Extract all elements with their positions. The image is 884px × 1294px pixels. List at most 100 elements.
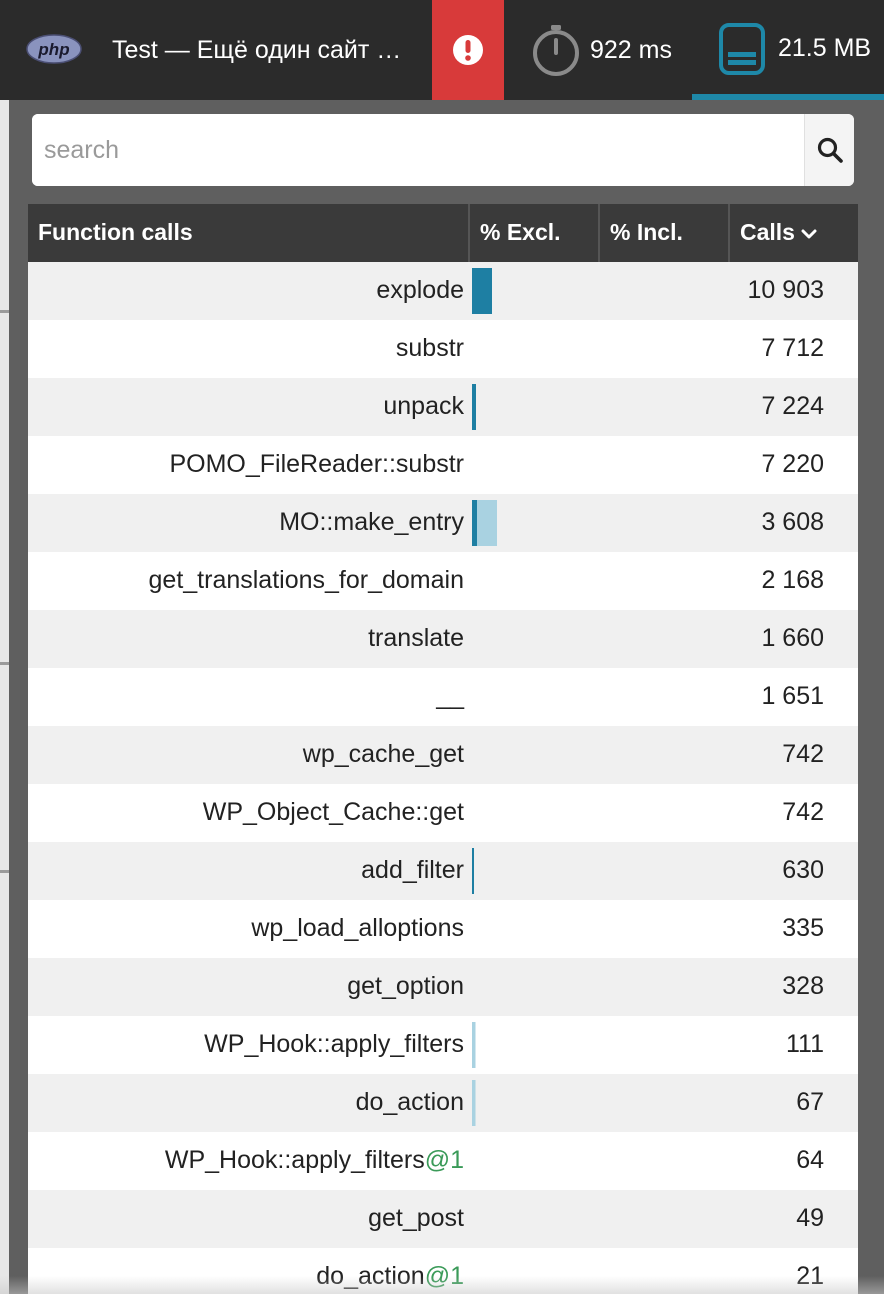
percentage-bar bbox=[472, 500, 497, 546]
function-name: MO::make_entry bbox=[279, 508, 464, 536]
function-name: WP_Hook::apply_filters bbox=[204, 1030, 464, 1058]
function-name-cell: wp_cache_get bbox=[28, 726, 464, 784]
function-calls-table: Function calls % Excl. % Incl. Calls exp… bbox=[28, 204, 858, 1294]
calls-count: 2 168 bbox=[761, 566, 824, 594]
function-name-cell: add_filter bbox=[28, 842, 464, 900]
table-row[interactable]: WP_Hook::apply_filters 111 bbox=[28, 1016, 858, 1074]
function-name: get_option bbox=[347, 972, 464, 1000]
table-row[interactable]: MO::make_entry 3 608 bbox=[28, 494, 858, 552]
calls-count: 630 bbox=[782, 856, 824, 884]
memory-tab[interactable]: 21.5 MB bbox=[692, 0, 884, 100]
profiler-toolbar: php Test — Ещё один сайт … 922 ms 21.5 M… bbox=[0, 0, 884, 100]
php-logo-text: php bbox=[37, 40, 69, 59]
search-box bbox=[32, 114, 854, 186]
table-row[interactable]: add_filter 630 bbox=[28, 842, 858, 900]
recursion-suffix: @1 bbox=[424, 1146, 464, 1174]
search-button[interactable] bbox=[804, 114, 854, 186]
function-name: __ bbox=[436, 682, 464, 710]
column-header-incl[interactable]: % Incl. bbox=[600, 204, 730, 262]
column-header-excl-label: % Excl. bbox=[480, 219, 561, 245]
function-name: wp_load_alloptions bbox=[251, 914, 464, 942]
php-logo[interactable]: php bbox=[26, 34, 82, 64]
function-name-cell: get_post bbox=[28, 1190, 464, 1248]
table-row[interactable]: substr 7 712 bbox=[28, 320, 858, 378]
calls-count: 328 bbox=[782, 972, 824, 1000]
time-value: 922 ms bbox=[590, 36, 672, 64]
calls-count: 67 bbox=[796, 1088, 824, 1116]
incl-bar bbox=[472, 1080, 476, 1126]
calls-count: 7 224 bbox=[761, 392, 824, 420]
function-name: translate bbox=[368, 624, 464, 652]
column-header-function[interactable]: Function calls bbox=[28, 204, 470, 262]
function-name-cell: MO::make_entry bbox=[28, 494, 464, 552]
function-name-cell: WP_Object_Cache::get bbox=[28, 784, 464, 842]
table-row[interactable]: __ 1 651 bbox=[28, 668, 858, 726]
function-name: explode bbox=[376, 276, 464, 304]
time-tab[interactable]: 922 ms bbox=[504, 0, 692, 100]
calls-count: 7 220 bbox=[761, 450, 824, 478]
chevron-down-icon bbox=[801, 229, 817, 239]
function-name-cell: wp_load_alloptions bbox=[28, 900, 464, 958]
edge-divider bbox=[0, 870, 9, 873]
table-row[interactable]: WP_Object_Cache::get 742 bbox=[28, 784, 858, 842]
table-row[interactable]: POMO_FileReader::substr 7 220 bbox=[28, 436, 858, 494]
table-row[interactable]: WP_Hook::apply_filters@1 64 bbox=[28, 1132, 858, 1190]
excl-bar bbox=[472, 500, 477, 546]
page-behind-edge bbox=[0, 100, 9, 1294]
memory-value: 21.5 MB bbox=[778, 34, 872, 62]
alert-circle-icon bbox=[453, 35, 483, 65]
search-input[interactable] bbox=[32, 114, 804, 186]
errors-tab[interactable] bbox=[432, 0, 504, 100]
percentage-bar bbox=[472, 268, 492, 314]
table-row[interactable]: do_action 67 bbox=[28, 1074, 858, 1132]
edge-divider bbox=[0, 662, 9, 665]
calls-count: 335 bbox=[782, 914, 824, 942]
column-header-incl-label: % Incl. bbox=[610, 219, 683, 245]
function-name-cell: do_action bbox=[28, 1074, 464, 1132]
calls-count: 49 bbox=[796, 1204, 824, 1232]
function-name: substr bbox=[395, 334, 464, 362]
calls-count: 10 903 bbox=[747, 276, 824, 304]
percentage-bar bbox=[472, 1080, 476, 1126]
calls-count: 742 bbox=[782, 740, 824, 768]
table-row[interactable]: translate 1 660 bbox=[28, 610, 858, 668]
calls-count: 111 bbox=[785, 1030, 824, 1058]
scroll-fade bbox=[0, 1276, 884, 1294]
column-header-calls[interactable]: Calls bbox=[730, 204, 858, 262]
function-name: WP_Hook::apply_filters bbox=[164, 1146, 425, 1174]
excl-bar bbox=[472, 848, 474, 894]
table-header: Function calls % Excl. % Incl. Calls bbox=[28, 204, 858, 262]
function-name: POMO_FileReader::substr bbox=[169, 450, 464, 478]
table-row[interactable]: wp_cache_get 742 bbox=[28, 726, 858, 784]
function-name-cell: translate bbox=[28, 610, 464, 668]
table-row[interactable]: explode 10 903 bbox=[28, 262, 858, 320]
function-name-cell: get_translations_for_domain bbox=[28, 552, 464, 610]
percentage-bar bbox=[472, 848, 474, 894]
site-title[interactable]: Test — Ещё один сайт … bbox=[112, 34, 422, 66]
function-name: get_post bbox=[368, 1204, 464, 1232]
incl-bar bbox=[472, 1022, 476, 1068]
calls-count: 7 712 bbox=[761, 334, 824, 362]
calls-count: 742 bbox=[782, 798, 824, 826]
function-name-cell: explode bbox=[28, 262, 464, 320]
column-header-excl[interactable]: % Excl. bbox=[470, 204, 600, 262]
function-name-cell: get_option bbox=[28, 958, 464, 1016]
function-name: do_action bbox=[355, 1088, 464, 1116]
table-row[interactable]: get_post 49 bbox=[28, 1190, 858, 1248]
function-name: unpack bbox=[383, 392, 464, 420]
table-body: explode 10 903 substr 7 712 unpack 7 224 POMO_… bbox=[28, 262, 858, 1294]
function-name: WP_Object_Cache::get bbox=[202, 798, 464, 826]
table-row[interactable]: unpack 7 224 bbox=[28, 378, 858, 436]
active-tab-indicator bbox=[692, 94, 884, 100]
function-name: get_translations_for_domain bbox=[148, 566, 464, 594]
calls-count: 1 651 bbox=[761, 682, 824, 710]
table-row[interactable]: wp_load_alloptions 335 bbox=[28, 900, 858, 958]
edge-divider bbox=[0, 310, 9, 313]
calls-count: 64 bbox=[796, 1146, 824, 1174]
function-name-cell: substr bbox=[28, 320, 464, 378]
database-icon bbox=[719, 23, 765, 75]
search-icon bbox=[817, 137, 843, 163]
column-header-function-label: Function calls bbox=[38, 219, 193, 245]
table-row[interactable]: get_option 328 bbox=[28, 958, 858, 1016]
table-row[interactable]: get_translations_for_domain 2 168 bbox=[28, 552, 858, 610]
